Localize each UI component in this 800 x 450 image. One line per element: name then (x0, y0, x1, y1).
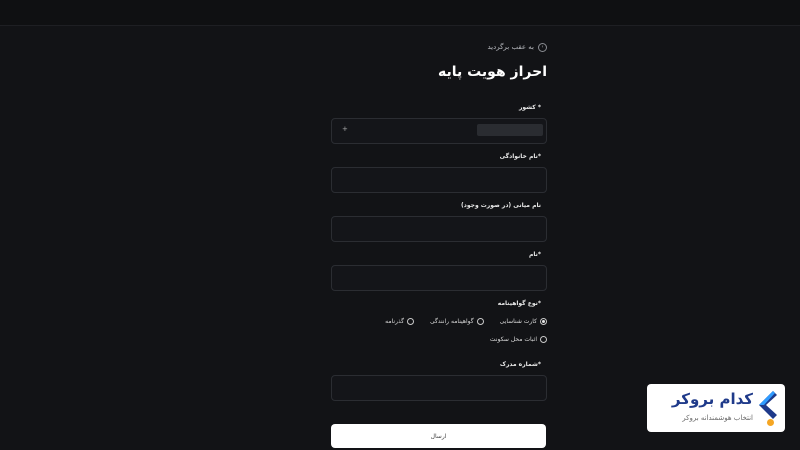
doc-type-radios-row2: اثبات محل سکونت (490, 336, 547, 343)
radio-label: گذرنامه (385, 318, 405, 325)
doc-number-label: *شماره مدرک (499, 361, 541, 368)
page-title: احراز هویت پایه (437, 64, 547, 80)
brand-dot-icon (767, 419, 774, 426)
doc-type-radios: کارت شناسایی گواهینامه رانندگی گذرنامه (385, 318, 547, 325)
radio-label: گواهینامه رانندگی (430, 318, 474, 325)
radio-unselected-icon (476, 318, 484, 325)
radio-label: اثبات محل سکونت (489, 336, 537, 343)
back-link-label: به عقب برگردید (487, 43, 535, 51)
middle-name-label: نام میانی (در صورت وجود) (461, 202, 541, 209)
country-label: * کشور (518, 104, 541, 111)
doc-number-input[interactable] (331, 375, 547, 401)
radio-proof-of-residence[interactable]: اثبات محل سکونت (490, 336, 547, 343)
country-select[interactable]: + (331, 118, 547, 144)
country-selected-value (477, 124, 543, 136)
brand-chevron-icon (759, 391, 777, 419)
doc-type-label: *نوع گواهینامه (497, 300, 541, 307)
first-name-label: *نام (528, 251, 541, 258)
radio-unselected-icon (407, 318, 415, 325)
radio-driving-license[interactable]: گواهینامه رانندگی (430, 318, 484, 325)
plus-icon: + (342, 125, 348, 133)
back-arrow-icon: › (538, 42, 547, 52)
last-name-input[interactable] (331, 167, 547, 193)
last-name-label: *نام خانوادگی (499, 153, 541, 160)
radio-label: کارت شناسایی (499, 318, 537, 325)
radio-id-card[interactable]: کارت شناسایی (500, 318, 547, 325)
back-link[interactable]: › به عقب برگردید (487, 40, 547, 54)
brand-logo: کدام بروکر انتخاب هوشمندانه بروکر (647, 384, 785, 432)
radio-unselected-icon (540, 336, 547, 343)
middle-name-input[interactable] (331, 216, 547, 242)
brand-tagline: انتخاب هوشمندانه بروکر (682, 414, 753, 422)
submit-button[interactable]: ارسال (331, 424, 546, 448)
brand-name: کدام بروکر (671, 390, 753, 408)
identity-form: › به عقب برگردید احراز هویت پایه * کشور … (331, 0, 547, 450)
first-name-input[interactable] (331, 265, 547, 291)
radio-passport[interactable]: گذرنامه (385, 318, 415, 325)
radio-selected-icon (540, 318, 547, 325)
